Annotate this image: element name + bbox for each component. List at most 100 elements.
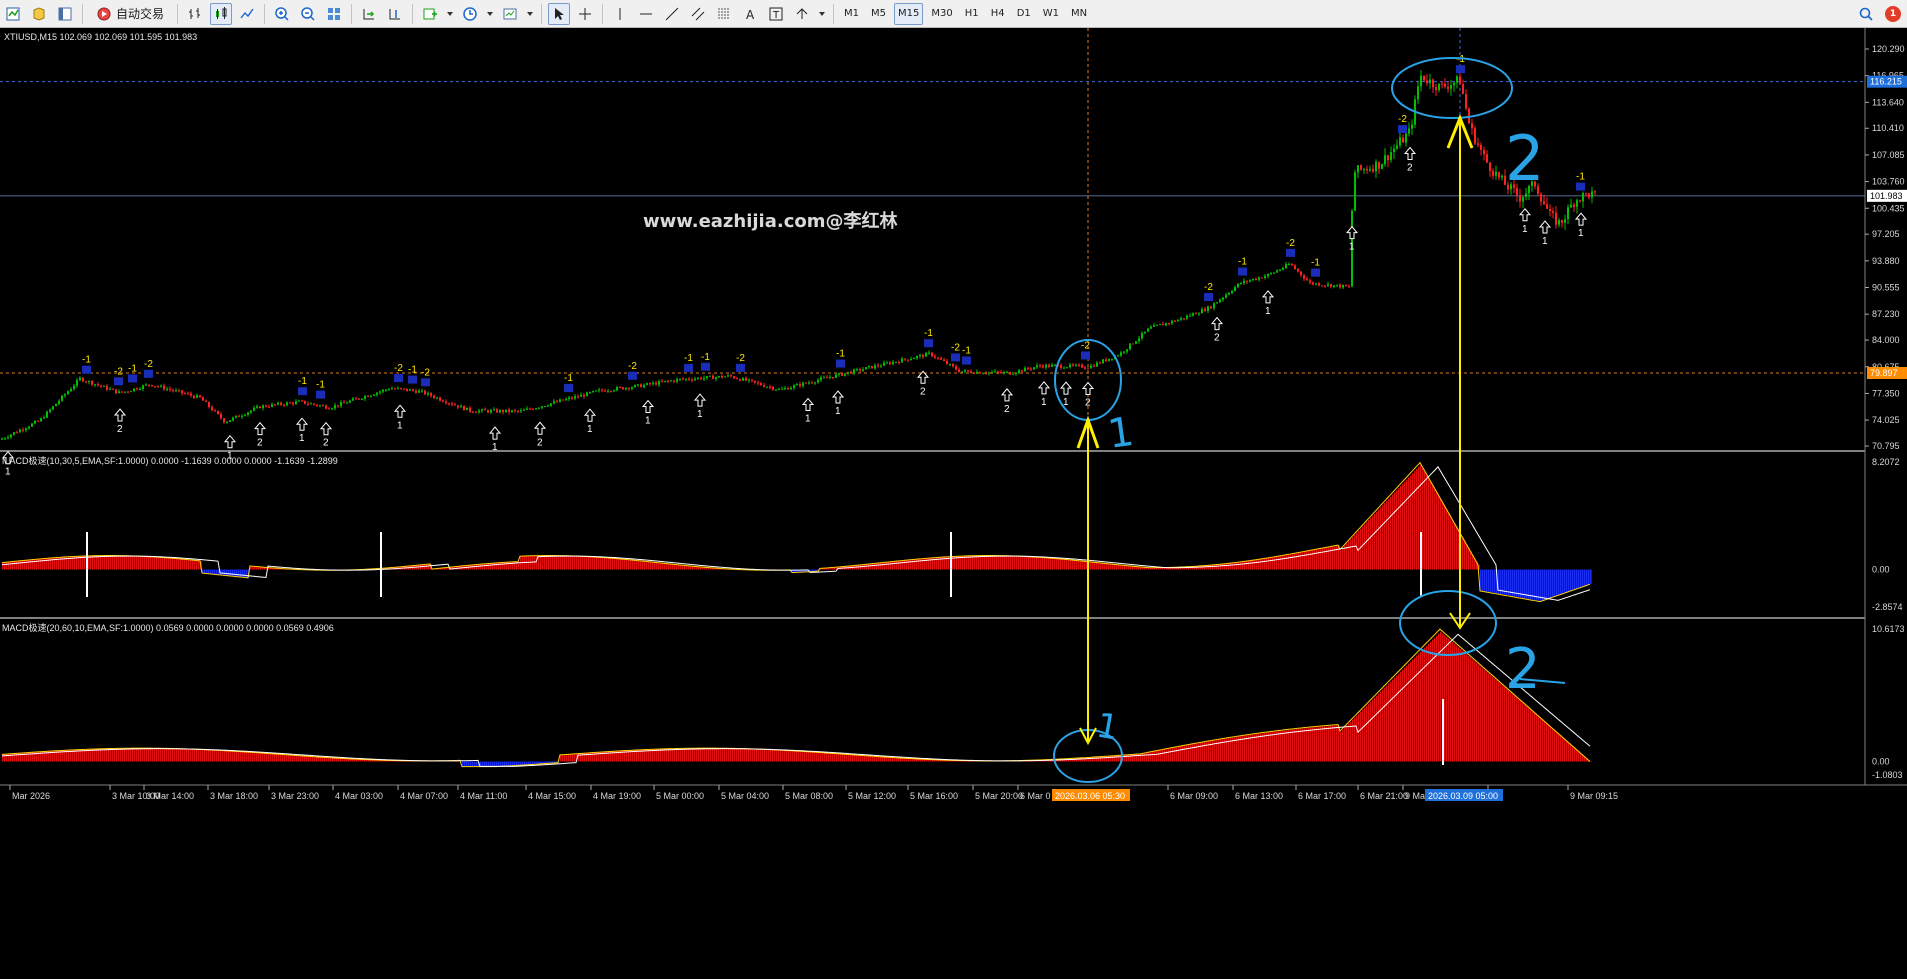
timeframe-m5[interactable]: M5	[867, 3, 890, 25]
vertical-line-icon[interactable]	[609, 3, 631, 25]
arrows-icon[interactable]	[791, 3, 813, 25]
time-tick-label: Mar 2026	[12, 791, 50, 801]
candle-body	[196, 395, 198, 398]
candle-body	[13, 432, 15, 435]
timeframe-m1[interactable]: M1	[840, 3, 863, 25]
macd1-histogram-bar	[682, 565, 684, 570]
macd2-histogram-bar	[1176, 747, 1178, 762]
macd1-histogram-bar	[1372, 515, 1374, 570]
candle-body	[427, 393, 429, 395]
timeframe-d1[interactable]: D1	[1013, 3, 1035, 25]
candle-body	[949, 364, 951, 366]
macd1-histogram-bar	[546, 555, 548, 570]
macd1-histogram-bar	[584, 556, 586, 570]
search-icon[interactable]	[1855, 3, 1877, 25]
cursor-icon[interactable]	[548, 2, 571, 25]
candle-body	[385, 389, 387, 391]
macd2-histogram-bar	[250, 752, 252, 762]
macd1-histogram-bar	[1590, 569, 1592, 584]
text-label-icon[interactable]: T	[765, 3, 787, 25]
signal-box	[1576, 182, 1585, 191]
timeframe-h4[interactable]: H4	[987, 3, 1009, 25]
line-chart-icon[interactable]	[236, 3, 258, 25]
macd1-histogram-bar	[16, 561, 18, 570]
macd1-histogram-bar	[1244, 561, 1246, 570]
candle-body	[127, 391, 129, 393]
macd1-histogram-bar	[1352, 537, 1354, 570]
macd2-histogram-bar	[308, 756, 310, 762]
chevron-down-icon[interactable]	[525, 3, 535, 25]
chart-shift-icon[interactable]	[384, 3, 406, 25]
chevron-down-icon[interactable]	[817, 3, 827, 25]
timeframe-m15[interactable]: M15	[894, 2, 924, 25]
candle-body	[1477, 143, 1479, 145]
macd1-histogram-bar	[592, 557, 594, 570]
zoom-out-icon[interactable]	[297, 3, 319, 25]
candle-body	[1435, 87, 1437, 91]
candle-body	[115, 389, 117, 394]
tile-windows-icon[interactable]	[323, 3, 345, 25]
auto-scroll-icon[interactable]	[358, 3, 380, 25]
macd1-histogram-bar	[1276, 556, 1278, 570]
horizontal-line-icon[interactable]	[635, 3, 657, 25]
macd1-histogram-bar	[1058, 558, 1060, 570]
macd1-histogram-bar	[1022, 556, 1024, 570]
macd2-histogram-bar	[794, 751, 796, 762]
candle-body	[1141, 333, 1143, 339]
macd2-histogram-bar	[1358, 713, 1360, 762]
macd2-histogram-bar	[264, 753, 266, 762]
templates-icon[interactable]	[499, 3, 521, 25]
macd1-histogram-bar	[998, 555, 1000, 570]
macd2-histogram-bar	[1514, 695, 1516, 762]
candle-body	[103, 385, 105, 387]
chevron-down-icon[interactable]	[485, 3, 495, 25]
candle-body	[1456, 76, 1458, 83]
timeframe-w1[interactable]: W1	[1039, 3, 1063, 25]
macd2-histogram-bar	[274, 754, 276, 762]
macd2-histogram-bar	[742, 748, 744, 762]
candle-body	[898, 361, 900, 363]
bar-chart-icon[interactable]	[184, 3, 206, 25]
navigator-icon[interactable]	[54, 3, 76, 25]
macd2-histogram-bar	[828, 753, 830, 762]
candle-body	[850, 371, 852, 374]
price-chart[interactable]: 120.290116.965113.640110.410107.085103.7…	[0, 28, 1907, 979]
macd2-histogram-bar	[214, 750, 216, 762]
macd1-histogram-bar	[1126, 565, 1128, 570]
periods-clock-icon[interactable]	[459, 3, 481, 25]
macd2-histogram-bar	[1254, 734, 1256, 762]
fibonacci-icon[interactable]	[713, 3, 735, 25]
candle-body	[1213, 303, 1215, 309]
macd1-histogram-bar	[658, 562, 660, 570]
arrow-label: 2	[1214, 333, 1220, 344]
macd2-histogram-bar	[858, 755, 860, 762]
macd1-histogram-bar	[676, 564, 678, 570]
equidistant-channel-icon[interactable]	[687, 3, 709, 25]
candle-body	[172, 389, 174, 391]
chevron-down-icon[interactable]	[445, 3, 455, 25]
candlestick-icon[interactable]	[210, 2, 233, 25]
crosshair-icon[interactable]	[574, 3, 596, 25]
macd1-label: MACD极速(10,30,5,EMA,SF:1.0000) 0.0000 -1.…	[2, 455, 338, 466]
macd1-histogram-bar	[1438, 495, 1440, 570]
macd1-histogram-bar	[1216, 564, 1218, 570]
time-tick-label: 5 Mar 00:00	[656, 791, 704, 801]
auto-trading-button[interactable]: 自动交易	[89, 3, 171, 25]
zoom-in-icon[interactable]	[271, 3, 293, 25]
profiles-icon[interactable]	[28, 3, 50, 25]
macd2-histogram-bar	[1286, 730, 1288, 762]
trendline-icon[interactable]	[661, 3, 683, 25]
macd1-histogram-bar	[632, 560, 634, 570]
candle-body	[1003, 372, 1005, 374]
indicators-icon[interactable]	[419, 3, 441, 25]
alert-badge[interactable]: 1	[1885, 5, 1901, 22]
timeframe-h1[interactable]: H1	[961, 3, 983, 25]
macd1-histogram-bar	[1016, 556, 1018, 570]
timeframe-mn[interactable]: MN	[1067, 3, 1091, 25]
macd1-histogram-bar	[1424, 471, 1426, 570]
new-chart-icon[interactable]	[2, 3, 24, 25]
timeframe-m30[interactable]: M30	[927, 3, 956, 25]
text-icon[interactable]: A	[739, 3, 761, 25]
macd1-histogram-bar	[1446, 509, 1448, 570]
signal-box	[82, 365, 91, 374]
